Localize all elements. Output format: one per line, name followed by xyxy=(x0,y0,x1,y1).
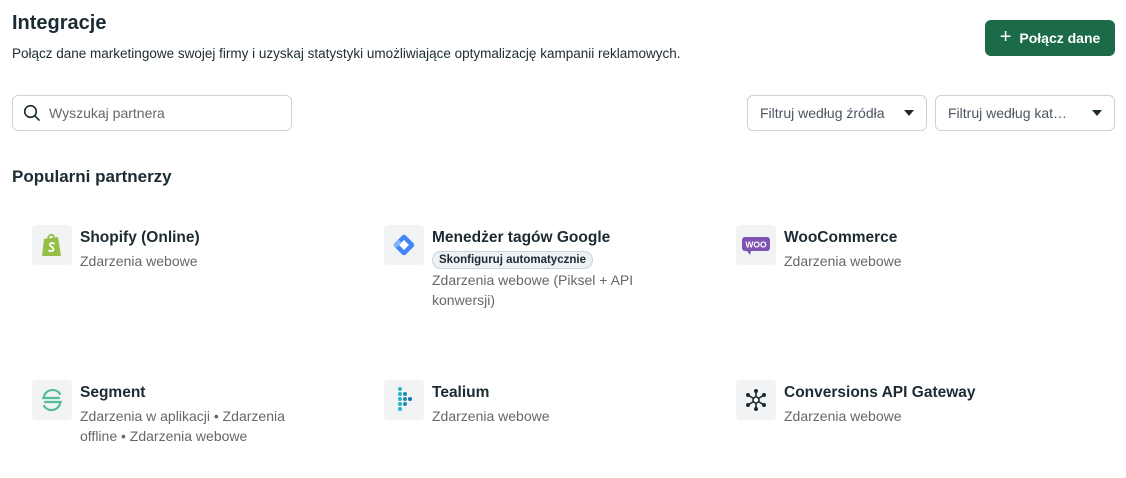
search-icon xyxy=(23,104,40,121)
partner-logo: WOO xyxy=(736,225,776,265)
partner-desc: Zdarzenia webowe xyxy=(784,408,902,424)
partner-card-shopify[interactable]: Shopify (Online) Zdarzenia webowe xyxy=(32,225,362,271)
partner-desc: Zdarzenia w aplikacji • Zdarzenia offlin… xyxy=(80,408,285,444)
filter-category-label: Filtruj według kategorii xyxy=(948,105,1074,121)
partner-name: Conversions API Gateway xyxy=(784,384,976,401)
segment-icon xyxy=(41,388,63,412)
page-subtitle: Połącz dane marketingowe swojej firmy i … xyxy=(12,46,681,61)
partner-desc: Zdarzenia webowe xyxy=(432,408,550,424)
page-title: Integracje xyxy=(12,12,107,34)
section-title: Popularni partnerzy xyxy=(12,167,172,186)
partner-card-conversions-api-gateway[interactable]: Conversions API Gateway Zdarzenia webowe xyxy=(736,380,1066,426)
partner-logo xyxy=(384,380,424,420)
partner-card-google-tag-manager[interactable]: Menedżer tagów Google Skonfiguruj automa… xyxy=(384,225,714,310)
partner-name: Shopify (Online) xyxy=(80,229,200,246)
partner-card-segment[interactable]: Segment Zdarzenia w aplikacji • Zdarzeni… xyxy=(32,380,362,446)
shopify-icon xyxy=(42,233,61,256)
partner-card-tealium[interactable]: Tealium Zdarzenia webowe xyxy=(384,380,714,426)
partner-logo xyxy=(384,225,424,265)
connect-data-label: Połącz dane xyxy=(1019,30,1101,46)
caret-down-icon xyxy=(904,110,914,116)
partner-desc: Zdarzenia webowe xyxy=(784,253,902,269)
partner-logo xyxy=(736,380,776,420)
partner-search[interactable] xyxy=(12,95,292,131)
auto-setup-badge: Skonfiguruj automatycznie xyxy=(432,251,593,269)
tealium-icon xyxy=(398,387,412,411)
partner-name: Menedżer tagów Google xyxy=(432,229,611,246)
partner-name: WooCommerce xyxy=(784,229,898,246)
google-tag-manager-icon xyxy=(393,234,415,256)
plus-icon: + xyxy=(999,26,1012,48)
woocommerce-icon: WOO xyxy=(742,237,770,255)
caret-down-icon xyxy=(1092,110,1102,116)
partner-name: Segment xyxy=(80,384,146,401)
conversions-api-gateway-icon xyxy=(746,389,766,411)
search-input[interactable] xyxy=(49,105,279,121)
connect-data-button[interactable]: + Połącz dane xyxy=(985,20,1115,56)
partner-logo xyxy=(32,380,72,420)
filter-category-dropdown[interactable]: Filtruj według kategorii xyxy=(935,95,1115,131)
filter-source-dropdown[interactable]: Filtruj według źródła xyxy=(747,95,927,131)
partner-desc: Zdarzenia webowe xyxy=(80,253,198,269)
partner-logo xyxy=(32,225,72,265)
partner-desc: Zdarzenia webowe (Piksel + API konwersji… xyxy=(432,272,634,308)
partner-name: Tealium xyxy=(432,384,490,401)
filter-source-label: Filtruj według źródła xyxy=(760,105,885,121)
svg-text:WOO: WOO xyxy=(745,240,767,250)
partner-card-woocommerce[interactable]: WOO WooCommerce Zdarzenia webowe xyxy=(736,225,1066,271)
